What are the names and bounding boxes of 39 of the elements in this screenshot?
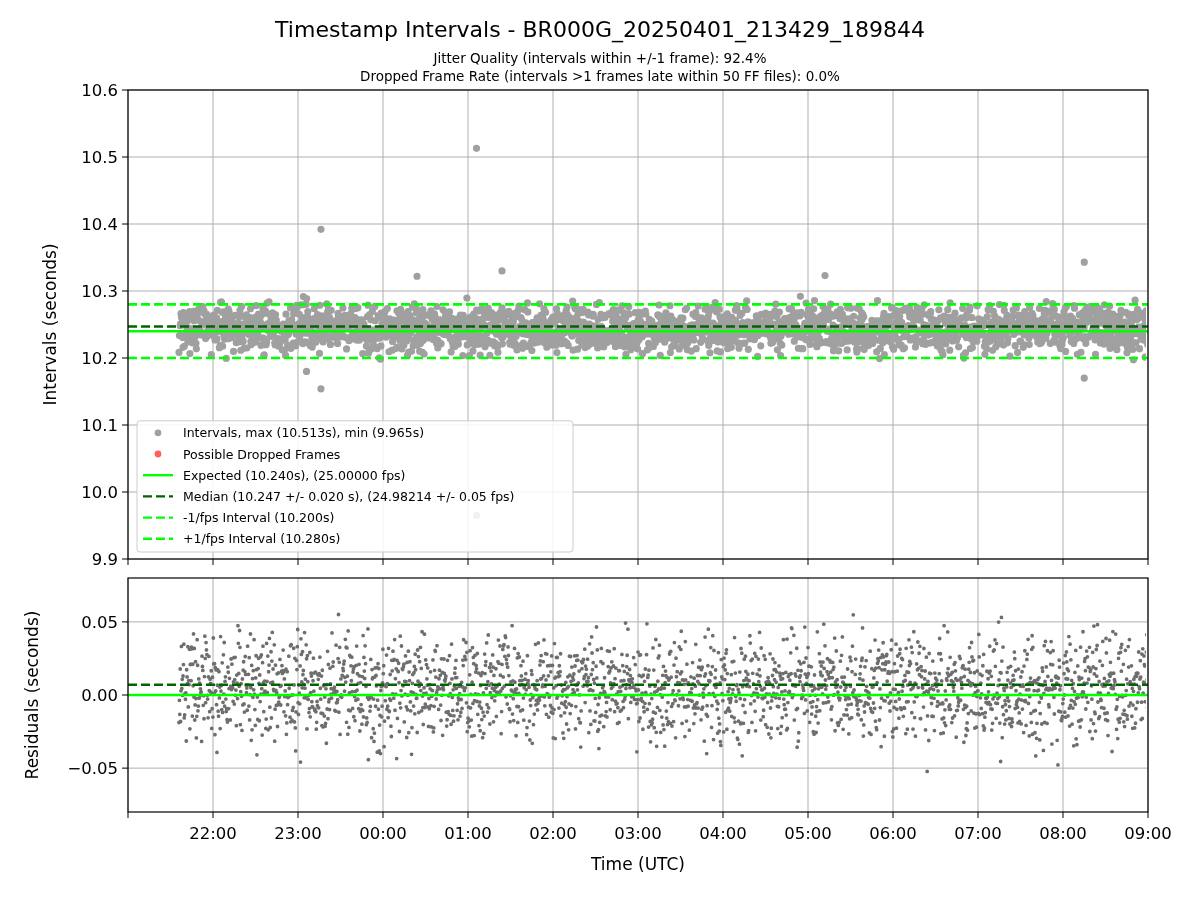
- tick-label: 22:00: [189, 824, 237, 843]
- tick-label: 10.4: [81, 215, 118, 234]
- tick-label: 05:00: [784, 824, 832, 843]
- tick-label: 23:00: [274, 824, 322, 843]
- tick-label: 00:00: [359, 824, 407, 843]
- tick-label: 0.05: [81, 612, 118, 632]
- chart-title: Timestamp Intervals - BR000G_20250401_213429_189844: [275, 17, 925, 42]
- tick-label: 10.5: [81, 148, 118, 167]
- legend-label: +1/fps Interval (10.280s): [183, 531, 341, 547]
- tick-label: 01:00: [444, 824, 492, 843]
- legend-swatch: [143, 474, 173, 477]
- legend-label: Possible Dropped Frames: [183, 446, 341, 462]
- tick-label: 03:00: [614, 824, 662, 843]
- tick-label: 0.00: [81, 686, 118, 705]
- axis-label: Residuals (seconds): [22, 610, 42, 780]
- tick-label: 07:00: [954, 824, 1002, 843]
- legend-swatch: [143, 516, 173, 519]
- legend-label: -1/fps Interval (10.200s): [183, 510, 335, 526]
- legend-label: Expected (10.240s), (25.00000 fps): [183, 467, 406, 483]
- tick-label: 06:00: [869, 824, 917, 843]
- legend-swatch: [143, 537, 173, 540]
- chart-subtitle: Jitter Quality (intervals within +/-1 frame): 92.4%: [433, 50, 767, 66]
- tick-label: 9.9: [91, 550, 118, 569]
- tick-label: 10.1: [81, 416, 118, 435]
- tick-label: 10.2: [81, 349, 118, 368]
- tick-label: 08:00: [1039, 824, 1087, 843]
- chart-subtitle: Dropped Frame Rate (intervals >1 frames late within 50 FF files): 0.0%: [360, 68, 840, 84]
- axis-label: Time (UTC): [591, 854, 685, 874]
- legend-swatch: [143, 495, 173, 498]
- tick-label: 10.3: [81, 282, 118, 301]
- tick-label: 02:00: [529, 824, 577, 843]
- tick-label: 10.0: [81, 483, 118, 502]
- legend-label: Median (10.247 +/- 0.020 s), (24.98214 +/- 0.05 fps): [183, 488, 515, 504]
- tick-label: 10.6: [81, 81, 118, 100]
- tick-label: −0.05: [67, 759, 118, 779]
- legend-label: Intervals, max (10.513s), min (9.965s): [183, 425, 425, 441]
- tick-label: 09:00: [1124, 824, 1172, 843]
- axis-label: Intervals (seconds): [40, 243, 60, 406]
- tick-label: 04:00: [699, 824, 747, 843]
